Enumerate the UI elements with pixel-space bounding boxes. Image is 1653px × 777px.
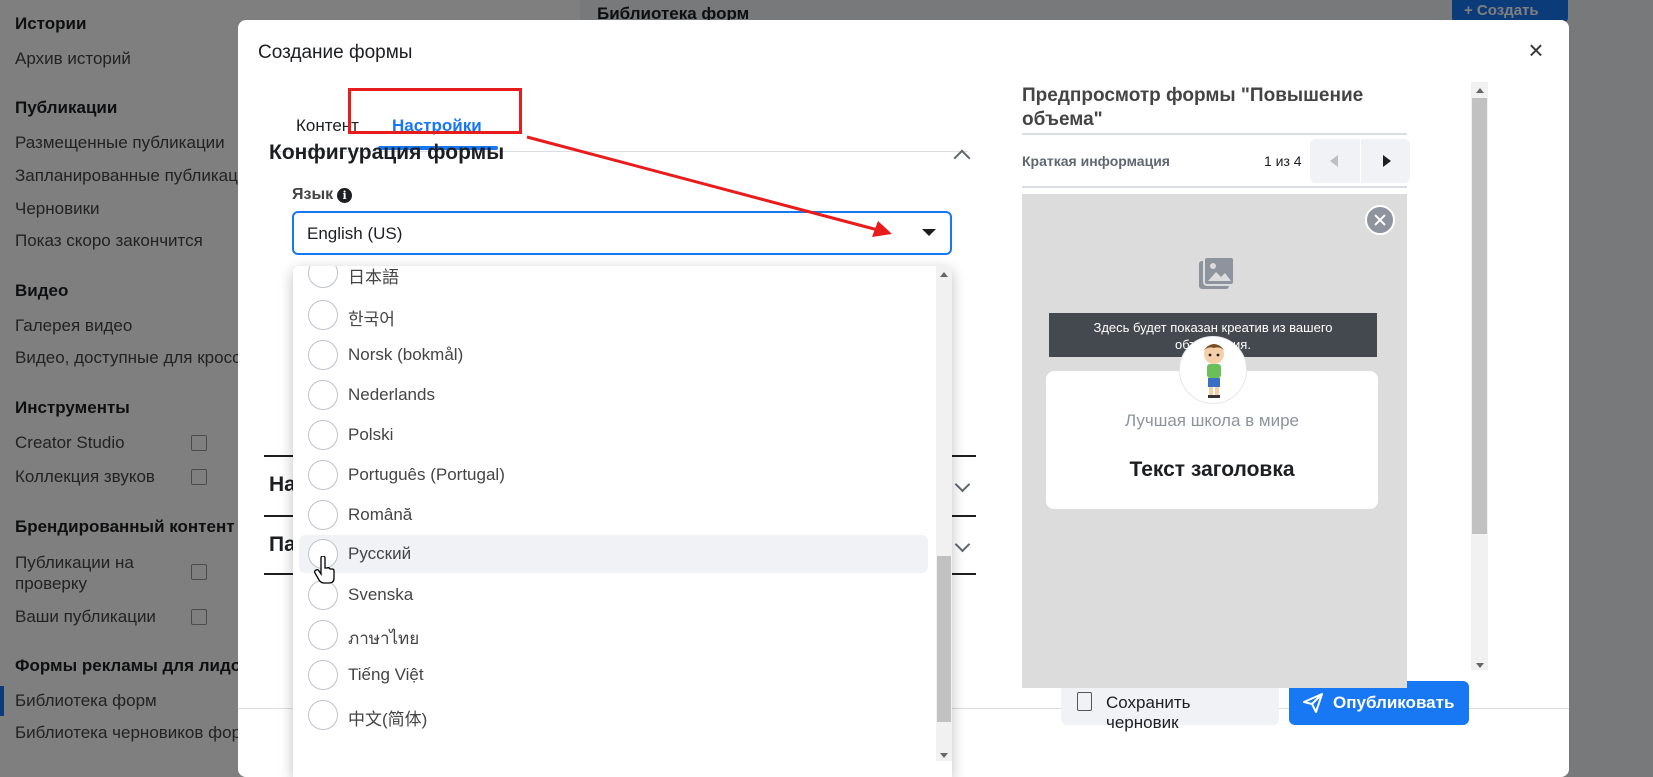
annotation-arrow (526, 135, 892, 237)
hand-cursor-icon (314, 556, 335, 584)
